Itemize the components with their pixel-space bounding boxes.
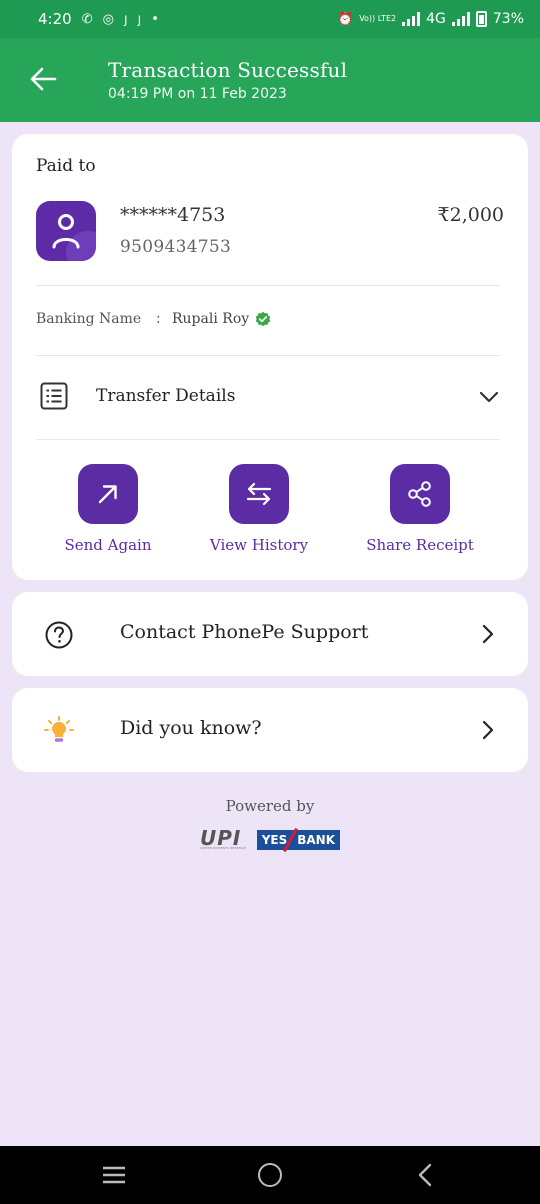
yes-bank-logo-bank: BANK <box>297 833 335 847</box>
j-icon: ȷ <box>137 11 142 27</box>
receipt-list-icon <box>40 382 68 410</box>
upi-logo: UPI UNIFIED PAYMENTS INTERFACE <box>200 826 251 854</box>
transaction-timestamp: 04:19 PM on 11 Feb 2023 <box>108 86 287 102</box>
lightbulb-icon <box>44 716 74 742</box>
swap-arrows-icon <box>246 482 272 506</box>
transaction-card: Paid to ******4753 9509434753 ₹2,000 Ban… <box>12 134 528 580</box>
upi-tagline: UNIFIED PAYMENTS INTERFACE <box>200 846 247 850</box>
help-circle-icon <box>45 621 73 649</box>
j-icon: ȷ <box>123 11 128 27</box>
partner-logos: UPI UNIFIED PAYMENTS INTERFACE YES BANK <box>200 826 340 854</box>
share-receipt-button[interactable]: Share Receipt <box>355 464 485 554</box>
contact-support-row[interactable]: Contact PhonePe Support <box>12 592 528 676</box>
account-number: ******4753 <box>120 204 226 226</box>
status-bar: 4:20 ✆ ◎ ȷ ȷ • ⏰ Vo)) LTE2 4G 73% <box>0 0 540 38</box>
page-title: Transaction Successful <box>108 58 348 82</box>
share-receipt-label: Share Receipt <box>366 536 474 554</box>
system-nav-bar <box>0 1146 540 1204</box>
contact-support-label: Contact PhonePe Support <box>120 621 369 643</box>
send-again-button[interactable]: Send Again <box>43 464 173 554</box>
yes-bank-logo-yes: YES <box>261 833 288 847</box>
signal-icon <box>451 12 470 26</box>
banking-name-label: Banking Name <box>36 311 142 327</box>
back-arrow-icon[interactable] <box>28 64 58 94</box>
recent-apps-icon[interactable] <box>102 1166 126 1184</box>
battery-percent: 73% <box>492 11 524 27</box>
chevron-down-icon <box>479 391 499 403</box>
banking-name-separator: : <box>156 311 161 327</box>
battery-icon <box>475 11 487 27</box>
transfer-details-label: Transfer Details <box>96 386 236 406</box>
verified-icon <box>255 311 271 327</box>
missed-call-icon: ✆ <box>81 11 93 27</box>
nav-back-icon[interactable] <box>415 1163 435 1187</box>
divider <box>36 439 500 440</box>
divider <box>36 285 500 286</box>
banking-name-value: Rupali Roy <box>172 311 250 327</box>
arrow-up-right-icon <box>98 485 117 504</box>
status-time: 4:20 <box>38 10 72 28</box>
send-again-label: Send Again <box>64 536 152 554</box>
view-history-icon-button[interactable] <box>229 464 289 524</box>
payee-phone: 9509434753 <box>120 237 232 257</box>
divider <box>36 355 500 356</box>
volte-label: Vo)) LTE2 <box>359 14 397 23</box>
paid-to-label: Paid to <box>36 156 96 176</box>
share-icon <box>408 481 431 507</box>
signal-icon <box>402 12 421 26</box>
did-you-know-label: Did you know? <box>120 717 262 739</box>
share-receipt-icon-button[interactable] <box>390 464 450 524</box>
transfer-details-toggle[interactable]: Transfer Details <box>36 366 500 426</box>
instagram-icon: ◎ <box>102 11 114 27</box>
alarm-icon: ⏰ <box>337 11 354 27</box>
view-history-button[interactable]: View History <box>194 464 324 554</box>
network-label: 4G <box>426 11 446 27</box>
banking-name: Rupali Roy <box>172 311 271 327</box>
view-history-label: View History <box>209 536 309 554</box>
send-again-icon-button[interactable] <box>78 464 138 524</box>
dot-icon: • <box>151 11 159 27</box>
chevron-right-icon <box>482 720 494 740</box>
home-icon[interactable] <box>258 1163 282 1187</box>
powered-by-label: Powered by <box>225 797 315 815</box>
person-icon <box>52 214 80 249</box>
app-header: Transaction Successful 04:19 PM on 11 Fe… <box>0 38 540 122</box>
chevron-right-icon <box>482 624 494 644</box>
did-you-know-row[interactable]: Did you know? <box>12 688 528 772</box>
avatar <box>36 201 96 261</box>
yes-bank-logo: YES BANK <box>256 827 340 853</box>
amount: ₹2,000 <box>437 204 504 226</box>
